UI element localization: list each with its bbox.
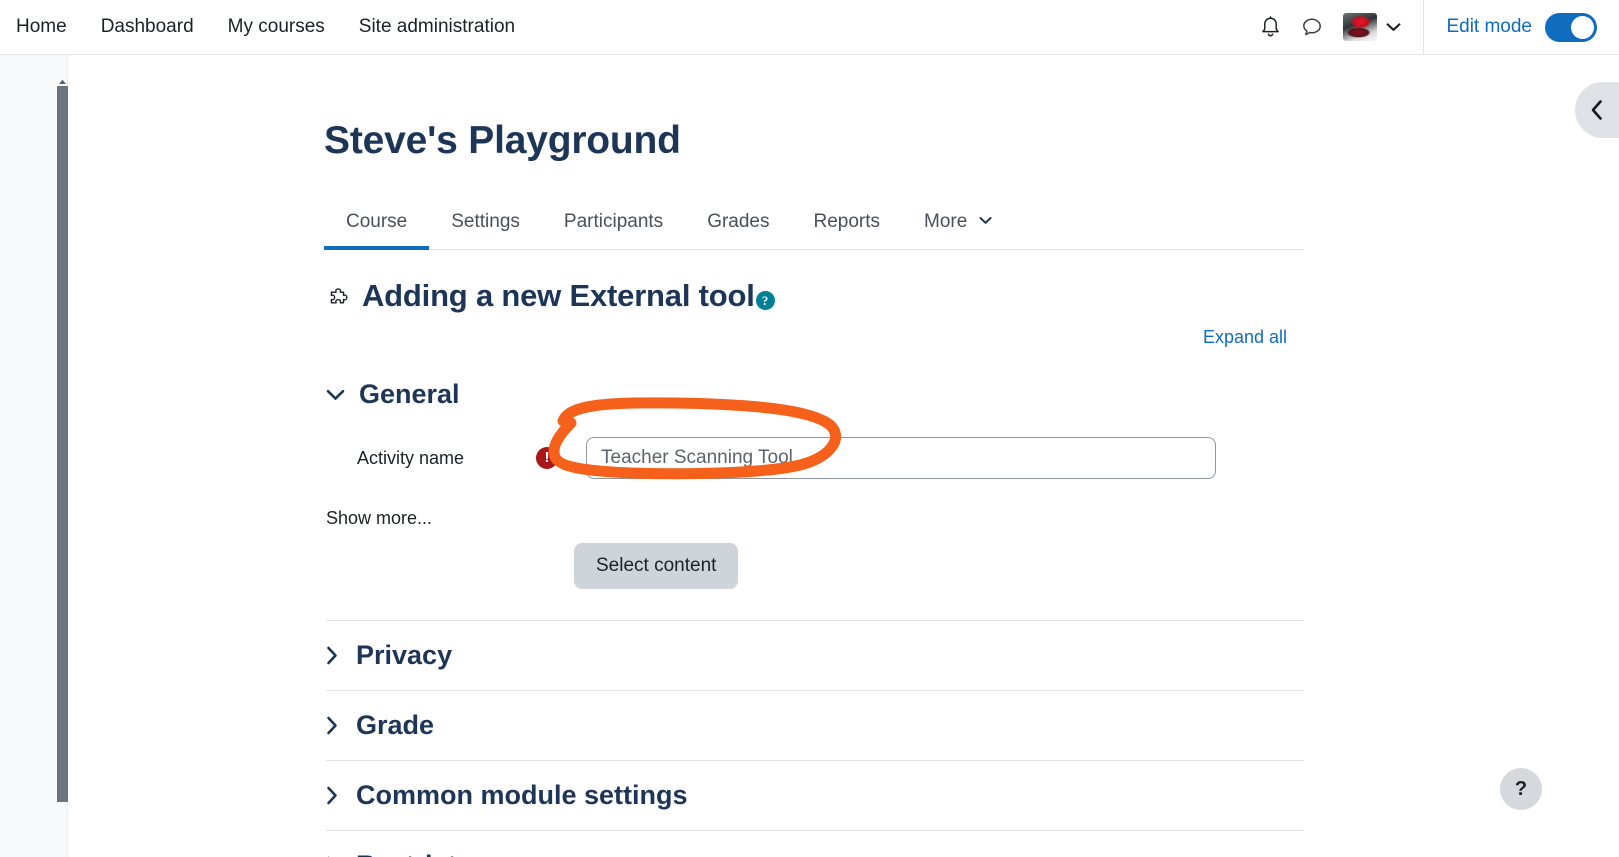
message-bubble-icon	[1303, 18, 1322, 36]
main-content: Steve's Playground Course Settings Parti…	[69, 55, 1619, 857]
chevron-down-icon	[979, 209, 992, 231]
select-content-button[interactable]: Select content	[574, 543, 739, 589]
tab-more-label: More	[924, 211, 968, 232]
tab-course[interactable]: Course	[324, 211, 430, 250]
section-header-privacy[interactable]: Privacy	[326, 620, 1304, 690]
tab-grades[interactable]: Grades	[685, 211, 791, 249]
course-tab-bar: Course Settings Participants Grades Repo…	[324, 193, 1304, 250]
content-column: Steve's Playground Course Settings Parti…	[324, 55, 1304, 857]
chevron-down-icon	[1387, 23, 1401, 31]
top-navbar: Home Dashboard My courses Site administr…	[0, 0, 1619, 55]
edit-mode-label: Edit mode	[1446, 16, 1532, 37]
page-scrollbar[interactable]	[57, 86, 68, 802]
select-content-row: Select content	[326, 543, 1304, 589]
tab-participants[interactable]: Participants	[542, 211, 685, 249]
bell-icon	[1262, 15, 1279, 36]
edit-mode-toggle[interactable]	[1545, 12, 1597, 42]
user-menu-button[interactable]	[1386, 22, 1401, 32]
messages-button[interactable]	[1295, 10, 1329, 44]
section-header-grade[interactable]: Grade	[326, 690, 1304, 760]
nav-link-dashboard[interactable]: Dashboard	[99, 12, 196, 42]
activity-name-input[interactable]	[586, 437, 1216, 479]
puzzle-piece-icon	[330, 288, 348, 304]
page-title: Steve's Playground	[324, 119, 681, 162]
tab-settings-label: Settings	[451, 211, 520, 232]
help-question-icon[interactable]: ?	[755, 290, 775, 310]
section-header-common-module-settings[interactable]: Common module settings	[326, 760, 1304, 830]
page-heading-text: Adding a new External tool	[362, 278, 755, 313]
nav-link-my-courses[interactable]: My courses	[226, 12, 327, 42]
caret-up-icon	[59, 79, 66, 84]
tab-settings[interactable]: Settings	[429, 211, 542, 249]
nav-link-site-administration[interactable]: Site administration	[357, 12, 517, 42]
section-grade-label: Grade	[356, 710, 435, 740]
activity-name-row: Activity name !	[326, 437, 1304, 479]
notifications-button[interactable]	[1253, 10, 1287, 44]
tab-participants-label: Participants	[563, 211, 664, 232]
section-general-label: General	[359, 379, 460, 409]
tab-reports[interactable]: Reports	[792, 211, 903, 249]
help-floating-button[interactable]: ?	[1500, 768, 1542, 810]
section-privacy-label: Privacy	[356, 640, 453, 670]
collapsed-sections: Privacy Grade Common module settings	[326, 620, 1304, 857]
show-more-link[interactable]: Show more...	[326, 508, 432, 529]
page-heading: Adding a new External tool ?	[324, 278, 1304, 314]
required-exclamation-icon[interactable]: !	[536, 447, 558, 469]
chevron-right-icon	[326, 646, 338, 665]
nav-link-home[interactable]: Home	[14, 12, 69, 42]
activity-name-label: Activity name	[357, 447, 465, 468]
chevron-down-icon	[326, 389, 345, 401]
chevron-right-icon	[326, 786, 338, 805]
tab-more[interactable]: More	[902, 209, 1014, 249]
scroll-up-arrow[interactable]	[58, 79, 67, 85]
tab-course-label: Course	[346, 211, 408, 232]
tab-reports-label: Reports	[813, 211, 881, 232]
toggle-knob	[1571, 15, 1594, 39]
section-header-general[interactable]: General	[326, 368, 1304, 421]
expand-all-link[interactable]: Expand all	[1203, 327, 1287, 347]
avatar[interactable]	[1343, 13, 1378, 41]
primary-nav: Home Dashboard My courses Site administr…	[14, 12, 517, 42]
section-restrict-access-label: Restrict access	[356, 850, 554, 857]
edit-mode-control[interactable]: Edit mode	[1424, 0, 1619, 54]
section-header-restrict-access[interactable]: Restrict access	[326, 830, 1304, 857]
expand-all-row: Expand all	[324, 327, 1304, 348]
section-common-module-settings-label: Common module settings	[356, 780, 688, 810]
chevron-left-icon	[1591, 100, 1602, 120]
activity-form: General Activity name ! Show more... Sel…	[324, 368, 1304, 857]
chevron-right-icon	[326, 716, 338, 735]
navbar-right-cluster: Edit mode	[1253, 0, 1619, 55]
tab-grades-label: Grades	[707, 211, 770, 232]
